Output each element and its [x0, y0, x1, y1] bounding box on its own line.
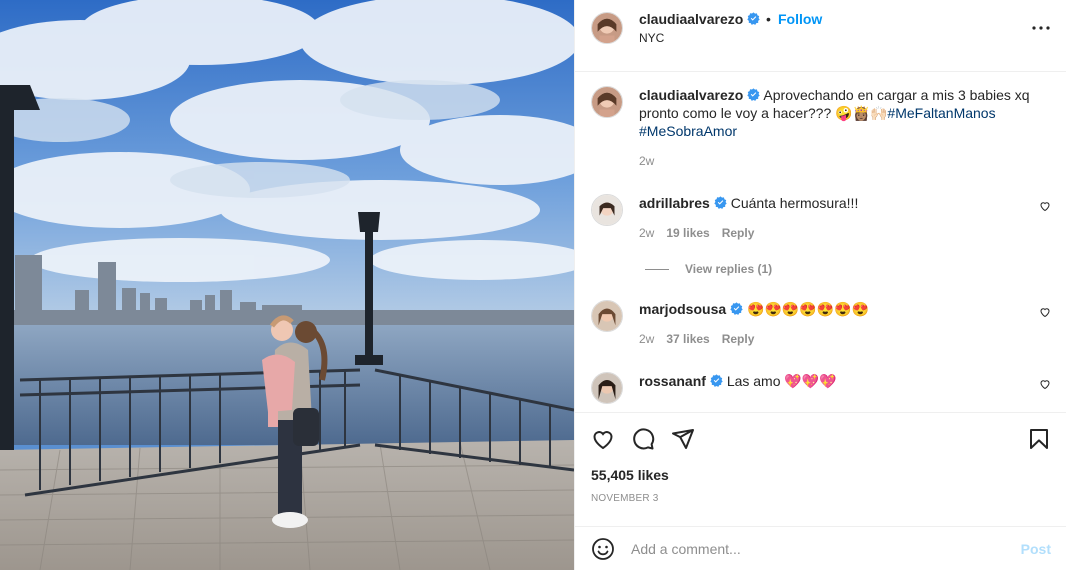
view-replies-button[interactable]: View replies (1) — [645, 262, 772, 276]
comment-body: Cuánta hermosura!!! — [730, 195, 859, 211]
comment-item: marjodsousa 😍😍😍😍😍😍😍 2w 37 likes Reply — [591, 300, 1051, 350]
comment-like-heart-icon[interactable] — [1039, 306, 1051, 318]
post-date[interactable]: NOVEMBER 3 — [591, 493, 659, 504]
post-location[interactable]: NYC — [639, 31, 664, 45]
caption-username[interactable]: claudiaalvarezo — [639, 87, 743, 103]
caption-avatar[interactable] — [591, 86, 623, 118]
bookmark-icon[interactable] — [1027, 427, 1051, 451]
verified-badge-icon — [747, 12, 760, 25]
caption: claudiaalvarezo Aprovechando en cargar a… — [591, 86, 1051, 176]
comment-likes[interactable]: 37 likes — [666, 332, 709, 346]
caption-text-block: claudiaalvarezo Aprovechando en cargar a… — [639, 86, 1039, 140]
comment-text-block: marjodsousa 😍😍😍😍😍😍😍 — [639, 300, 1039, 318]
verified-badge-icon — [730, 302, 743, 315]
follow-button[interactable]: Follow — [778, 11, 822, 27]
hashtag-link[interactable]: #MeSobraAmor — [639, 123, 737, 139]
comment-body: Las amo 💖💖💖 — [726, 373, 837, 389]
verified-badge-icon — [710, 374, 723, 387]
author-avatar[interactable] — [591, 12, 623, 44]
add-comment-bar: Post — [575, 526, 1066, 570]
post-comment-button[interactable]: Post — [1021, 541, 1051, 557]
reply-button[interactable]: Reply — [722, 226, 755, 240]
post-header: claudiaalvarezo • Follow NYC — [575, 0, 1066, 72]
comment-icon[interactable] — [631, 427, 655, 451]
caption-time[interactable]: 2w — [639, 154, 654, 168]
commenter-username[interactable]: rossananf — [639, 373, 706, 389]
comment-text-block: adrillabres Cuánta hermosura!!! — [639, 194, 1039, 212]
comment-text-block: rossananf Las amo 💖💖💖 — [639, 372, 1039, 390]
reply-button[interactable]: Reply — [722, 332, 755, 346]
verified-badge-icon — [714, 196, 727, 209]
comment-like-heart-icon[interactable] — [1039, 200, 1051, 212]
author-username[interactable]: claudiaalvarezo — [639, 11, 760, 27]
hashtag-link[interactable]: #MeFaltanManos — [887, 105, 995, 121]
likes-count[interactable]: 55,405 likes — [591, 467, 669, 483]
photo-image — [0, 0, 574, 570]
comment-body: 😍😍😍😍😍😍😍 — [747, 301, 870, 317]
post-photo[interactable] — [0, 0, 574, 570]
share-icon[interactable] — [671, 427, 695, 451]
comment-meta: 2w 37 likes Reply — [639, 332, 766, 346]
comment-likes[interactable]: 19 likes — [666, 226, 709, 240]
commenter-username[interactable]: adrillabres — [639, 195, 710, 211]
comment-input[interactable] — [631, 538, 1001, 560]
comment-like-heart-icon[interactable] — [1039, 378, 1051, 390]
verified-badge-icon — [747, 88, 760, 101]
comment-item: rossananf Las amo 💖💖💖 — [591, 372, 1051, 412]
comment-meta: 2w 19 likes Reply — [639, 226, 766, 240]
commenter-avatar[interactable] — [591, 194, 623, 226]
post-actions: 55,405 likes NOVEMBER 3 — [575, 412, 1066, 520]
comments-section[interactable]: claudiaalvarezo Aprovechando en cargar a… — [575, 72, 1066, 412]
comment-time[interactable]: 2w — [639, 226, 654, 240]
comment-item: adrillabres Cuánta hermosura!!! 2w 19 lik… — [591, 194, 1051, 244]
header-separator: • — [766, 11, 771, 27]
commenter-avatar[interactable] — [591, 372, 623, 404]
emoji-icon[interactable] — [591, 537, 615, 561]
more-options-icon[interactable] — [1029, 16, 1053, 40]
commenter-avatar[interactable] — [591, 300, 623, 332]
heart-icon[interactable] — [591, 427, 615, 451]
post-side-panel: claudiaalvarezo • Follow NYC claudiaalva… — [574, 0, 1066, 570]
caption-meta: 2w — [639, 154, 666, 168]
comment-time[interactable]: 2w — [639, 332, 654, 346]
commenter-username[interactable]: marjodsousa — [639, 301, 726, 317]
